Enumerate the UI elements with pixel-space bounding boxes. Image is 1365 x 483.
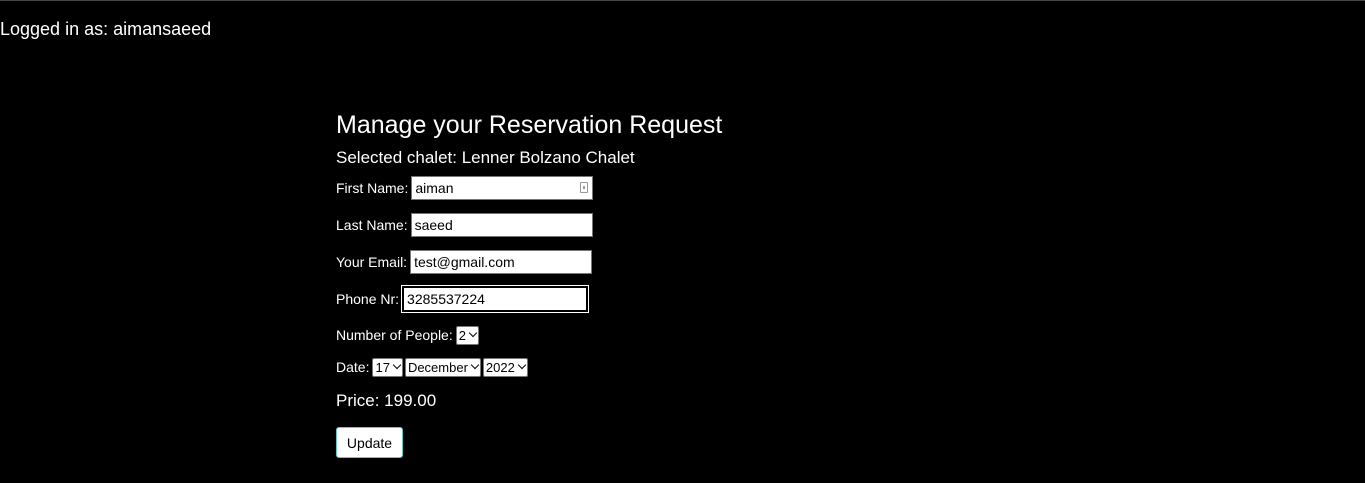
phone-label: Phone Nr: (336, 291, 400, 307)
chevron-down-icon (470, 360, 480, 370)
page-title: Manage your Reservation Request (336, 111, 723, 139)
year-value: 2022 (485, 359, 515, 375)
month-select[interactable]: December (404, 357, 481, 377)
chevron-down-icon (392, 360, 402, 370)
email-label: Your Email: (336, 254, 408, 270)
people-select[interactable]: 2 (455, 325, 479, 345)
last-name-row: Last Name: saeed (336, 212, 936, 238)
first-name-row: First Name: aiman (336, 175, 936, 201)
first-name-label: First Name: (336, 180, 409, 196)
year-select[interactable]: 2022 (482, 357, 528, 377)
first-name-value: aiman (415, 180, 454, 196)
people-row: Number of People: 2 (336, 324, 936, 346)
email-value: test@gmail.com (414, 254, 515, 270)
day-value: 17 (375, 359, 390, 375)
chevron-down-icon (517, 360, 527, 370)
email-row: Your Email: test@gmail.com (336, 249, 936, 275)
date-row: Date: 17 December 2022 (336, 356, 936, 378)
selected-chalet: Selected chalet: Lenner Bolzano Chalet (336, 148, 635, 167)
day-select[interactable]: 17 (372, 357, 403, 377)
month-value: December (407, 359, 468, 375)
phone-row: Phone Nr: 3285537224 (336, 285, 936, 313)
price-label: Price: 199.00 (336, 391, 437, 410)
reservation-form: Manage your Reservation Request Selected… (336, 109, 936, 458)
phone-value: 3285537224 (407, 291, 485, 307)
date-label: Date: (336, 359, 370, 375)
last-name-value: saeed (414, 217, 453, 233)
first-name-field[interactable]: aiman (411, 176, 594, 200)
phone-field[interactable]: 3285537224 (401, 285, 590, 313)
people-value: 2 (458, 327, 466, 343)
page: Logged in as: aimansaeed Manage your Res… (0, 0, 1365, 483)
email-field[interactable]: test@gmail.com (410, 250, 593, 274)
logged-in-status: Logged in as: aimansaeed (0, 19, 212, 39)
last-name-field[interactable]: saeed (410, 213, 593, 237)
autofill-icon[interactable] (580, 182, 589, 193)
update-button[interactable]: Update (336, 427, 403, 458)
chevron-down-icon (468, 328, 478, 338)
people-label: Number of People: (336, 327, 453, 343)
last-name-label: Last Name: (336, 217, 408, 233)
